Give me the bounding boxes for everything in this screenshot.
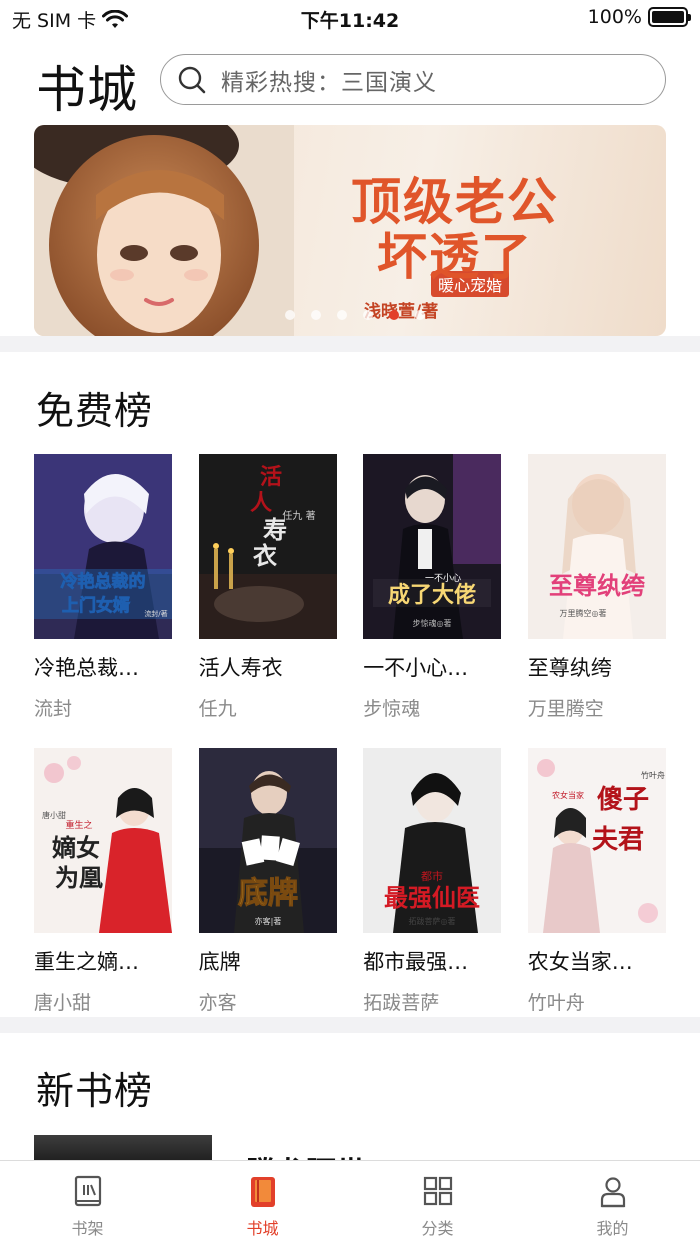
battery-percent: 100% — [587, 6, 642, 28]
book-title: 重生之嫡… — [34, 950, 139, 974]
book-title: 一不小心… — [363, 656, 469, 680]
carousel-dot[interactable] — [363, 310, 373, 320]
svg-text:步惊魂◎著: 步惊魂◎著 — [413, 618, 452, 628]
book-author: 步惊魂 — [363, 698, 421, 720]
svg-text:至尊纨绔: 至尊纨绔 — [549, 571, 645, 600]
carousel-dot[interactable] — [389, 310, 399, 320]
book-author: 流封 — [34, 698, 73, 720]
svg-text:人: 人 — [250, 490, 272, 516]
book-author: 任九 — [198, 698, 237, 720]
svg-text:万里腾空◎著: 万里腾空◎著 — [559, 608, 606, 618]
book-author: 万里腾空 — [527, 698, 604, 720]
book-author: 亦客 — [198, 992, 237, 1014]
svg-text:任九 著: 任九 著 — [282, 509, 315, 522]
tab-category[interactable]: 分类 — [350, 1161, 525, 1244]
tab-label: 我的 — [596, 1219, 629, 1238]
svg-text:上门女婿: 上门女婿 — [62, 595, 130, 616]
svg-text:活: 活 — [260, 464, 282, 490]
svg-text:底牌: 底牌 — [238, 876, 298, 911]
carousel-dot[interactable] — [415, 310, 425, 320]
book-title: 活人寿衣 — [198, 656, 283, 680]
section-divider — [0, 336, 700, 352]
tab-bar: 书架 书城 分类 我的 — [0, 1160, 700, 1244]
book-title: 底牌 — [198, 950, 241, 974]
section-title-free: 免费榜 — [36, 389, 154, 433]
bookstore-icon — [250, 1177, 275, 1207]
svg-text:都市: 都市 — [421, 869, 443, 883]
book-title: 都市最强… — [363, 950, 469, 974]
carousel-dot[interactable] — [337, 310, 347, 320]
book-cover: 活 人 寿 衣 任九 著 — [198, 454, 337, 639]
svg-text:衣: 衣 — [253, 541, 277, 570]
search-placeholder: 精彩热搜：三国演义 — [221, 69, 437, 96]
battery-icon — [648, 7, 691, 27]
banner-title-line2: 坏透了 — [377, 227, 533, 286]
book-card[interactable]: 至尊纨绔 万里腾空◎著 至尊纨绔 万里腾空 — [527, 454, 666, 734]
book-cover: 重生之 嫡女 为凰 唐小甜 — [34, 748, 172, 933]
status-bar: 无 SIM 卡 下午11:42 100% — [0, 0, 700, 36]
svg-text:为凰: 为凰 — [55, 863, 103, 892]
carousel-dot[interactable] — [285, 310, 295, 320]
svg-text:农女当家: 农女当家 — [552, 790, 584, 800]
search-input[interactable]: 精彩热搜：三国演义 — [160, 54, 666, 105]
page-title: 书城 — [36, 61, 138, 119]
search-icon — [178, 66, 206, 93]
battery-level — [652, 11, 684, 23]
svg-text:成了大佬: 成了大佬 — [388, 582, 476, 608]
book-card[interactable]: 底牌 亦客|著 底牌 亦客 — [198, 748, 337, 1028]
promo-banner[interactable]: 暖心宠婚 顶级老公 坏透了 浅晓萱/著 — [34, 125, 666, 336]
tab-label: 书城 — [246, 1219, 279, 1238]
book-title: 冷艳总裁… — [34, 656, 139, 680]
svg-text:亦客|著: 亦客|著 — [254, 916, 281, 926]
profile-icon — [600, 1177, 625, 1208]
book-author: 唐小甜 — [34, 992, 92, 1014]
tab-bookstore[interactable]: 书城 — [175, 1161, 350, 1244]
book-author: 拓跋菩萨 — [363, 992, 440, 1014]
book-title: 农女当家… — [527, 950, 633, 974]
book-cover: 至尊纨绔 万里腾空◎著 — [527, 454, 666, 639]
svg-text:嫡女: 嫡女 — [52, 833, 100, 862]
new-book-title[interactable]: 腾龙蹶世 — [246, 1148, 366, 1160]
section-title-new: 新书榜 — [36, 1069, 154, 1113]
book-title: 至尊纨绔 — [527, 656, 612, 680]
carousel-dot[interactable] — [311, 310, 321, 320]
svg-text:傻子: 傻子 — [597, 785, 649, 815]
book-card[interactable]: 农女当家 傻子 夫君 竹叶舟 农女当家… 竹叶舟 — [527, 748, 666, 1028]
book-card[interactable]: 冷艳总裁的 上门女婿 流封/著 冷艳总裁… 流封 — [34, 454, 172, 734]
svg-text:冷艳总裁的: 冷艳总裁的 — [61, 571, 146, 592]
tab-label: 书架 — [71, 1219, 104, 1238]
book-author: 竹叶舟 — [527, 992, 585, 1014]
bookshelf-icon — [74, 1175, 101, 1207]
book-cover: 农女当家 傻子 夫君 竹叶舟 — [527, 748, 666, 933]
svg-text:夫君: 夫君 — [592, 825, 644, 855]
svg-text:最强仙医: 最强仙医 — [384, 883, 480, 912]
book-cover: 一不小心 成了大佬 步惊魂◎著 — [363, 454, 502, 639]
book-card[interactable]: 活 人 寿 衣 任九 著 活人寿衣 任九 — [198, 454, 337, 734]
book-cover: 底牌 亦客|著 — [198, 748, 337, 933]
tab-label: 分类 — [421, 1219, 454, 1238]
book-card[interactable]: 一不小心 成了大佬 步惊魂◎著 一不小心… 步惊魂 — [363, 454, 502, 734]
svg-text:流封/著: 流封/著 — [144, 609, 167, 618]
carousel-indicator[interactable] — [34, 310, 666, 320]
book-cover: 冷艳总裁的 上门女婿 流封/著 — [34, 454, 172, 639]
tab-bookshelf[interactable]: 书架 — [0, 1161, 175, 1244]
book-card[interactable]: 重生之 嫡女 为凰 唐小甜 重生之嫡… 唐小甜 — [34, 748, 172, 1028]
section-divider — [0, 1017, 700, 1033]
svg-text:唐小甜: 唐小甜 — [42, 810, 66, 820]
book-grid: 冷艳总裁的 上门女婿 流封/著 冷艳总裁… 流封 活 人 寿 衣 任九 著 活人… — [34, 454, 666, 1028]
book-cover: 都市 最强仙医 拓跋菩萨◎著 — [363, 748, 502, 933]
svg-text:竹叶舟: 竹叶舟 — [641, 770, 665, 780]
svg-text:重生之: 重生之 — [65, 819, 92, 831]
svg-text:拓跋菩萨◎著: 拓跋菩萨◎著 — [409, 916, 456, 926]
category-grid-icon — [423, 1176, 452, 1206]
tab-profile[interactable]: 我的 — [525, 1161, 700, 1244]
book-card[interactable]: 都市 最强仙医 拓跋菩萨◎著 都市最强… 拓跋菩萨 — [363, 748, 502, 1028]
